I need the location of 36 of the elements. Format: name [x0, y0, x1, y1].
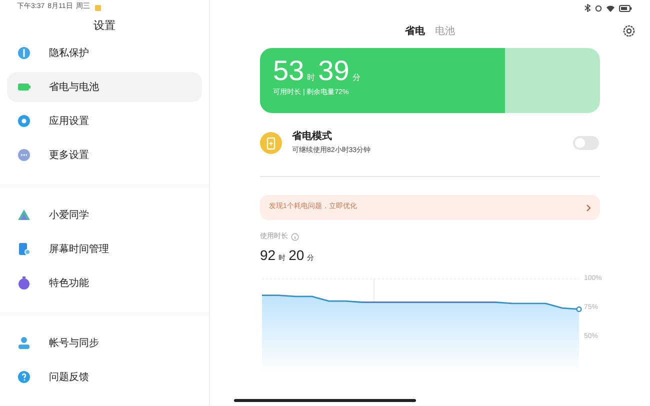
battery-icon	[619, 4, 632, 12]
usage-hours: 92	[260, 246, 276, 264]
stopwatch-icon	[17, 276, 31, 290]
usage-minutes: 20	[288, 246, 304, 264]
phone-icon	[17, 242, 31, 256]
sidebar-item[interactable]: 隐私保护	[7, 38, 202, 68]
settings-icon[interactable]	[623, 25, 635, 37]
notification-icon	[94, 4, 101, 10]
tab[interactable]: 省电	[405, 24, 425, 38]
chevron-right-icon	[586, 204, 591, 212]
person-icon	[17, 336, 31, 350]
hours-value: 53	[273, 57, 304, 85]
sidebar-item[interactable]: 特色功能	[7, 268, 202, 298]
sidebar-item[interactable]: 应用设置	[7, 106, 202, 136]
sidebar-item[interactable]: 更多设置	[7, 140, 202, 170]
triangle-icon	[17, 208, 31, 222]
sidebar-item[interactable]: 省电与电池	[7, 72, 202, 102]
shield-icon	[17, 46, 31, 60]
gear-icon	[17, 114, 31, 128]
info-icon[interactable]	[291, 233, 299, 242]
wifi-icon	[606, 4, 615, 12]
sidebar-item[interactable]: 屏幕时间管理	[7, 234, 202, 264]
sidebar-title: 设置	[94, 19, 116, 33]
sidebar-item[interactable]: 问题反馈	[7, 362, 202, 392]
power-saving-switch[interactable]	[573, 136, 599, 150]
help-icon	[17, 370, 31, 384]
sidebar-item[interactable]: 小爱同学	[7, 200, 202, 230]
sidebar-item[interactable]: 帐号与同步	[7, 328, 202, 358]
power-saving-title: 省电模式	[292, 130, 333, 144]
more-icon	[17, 148, 31, 162]
bluetooth-icon	[584, 4, 591, 12]
battery-saver-icon	[260, 132, 282, 154]
minutes-unit: 分	[352, 72, 360, 84]
alarm-icon	[595, 4, 602, 12]
minutes-value: 39	[318, 57, 350, 85]
hours-unit: 时	[307, 72, 316, 84]
